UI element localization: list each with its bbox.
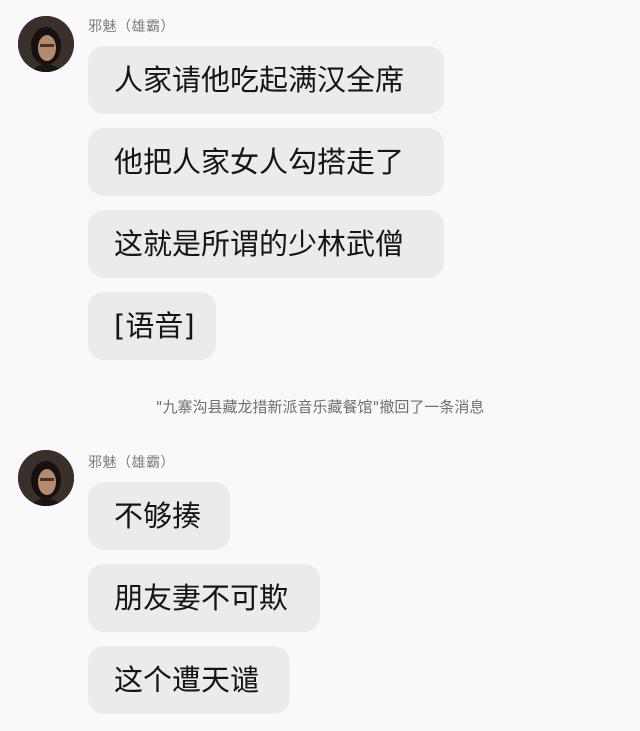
sender-name: 邪魅（雄霸） — [88, 19, 175, 35]
message-bubble[interactable]: 他把人家女人勾搭走了 — [88, 128, 444, 196]
voice-message-bubble[interactable]: [语音] — [88, 292, 216, 360]
message-bubble[interactable]: 人家请他吃起满汉全席 — [88, 46, 444, 114]
message-bubble[interactable]: 这个遭天谴 — [88, 646, 290, 714]
message-bubble[interactable]: 不够揍 — [88, 482, 230, 550]
sender-avatar[interactable] — [18, 16, 74, 72]
sender-name: 邪魅（雄霸） — [88, 455, 175, 471]
chat-view: 邪魅（雄霸） 人家请他吃起满汉全席 他把人家女人勾搭走了 这就是所谓的少林武僧 … — [0, 0, 640, 731]
sender-avatar[interactable] — [18, 450, 74, 506]
recall-notice: "九寨沟县藏龙措新派音乐藏餐馆"撤回了一条消息 — [155, 398, 485, 416]
message-bubble[interactable]: 这就是所谓的少林武僧 — [88, 210, 444, 278]
message-bubble[interactable]: 朋友妻不可欺 — [88, 564, 320, 632]
